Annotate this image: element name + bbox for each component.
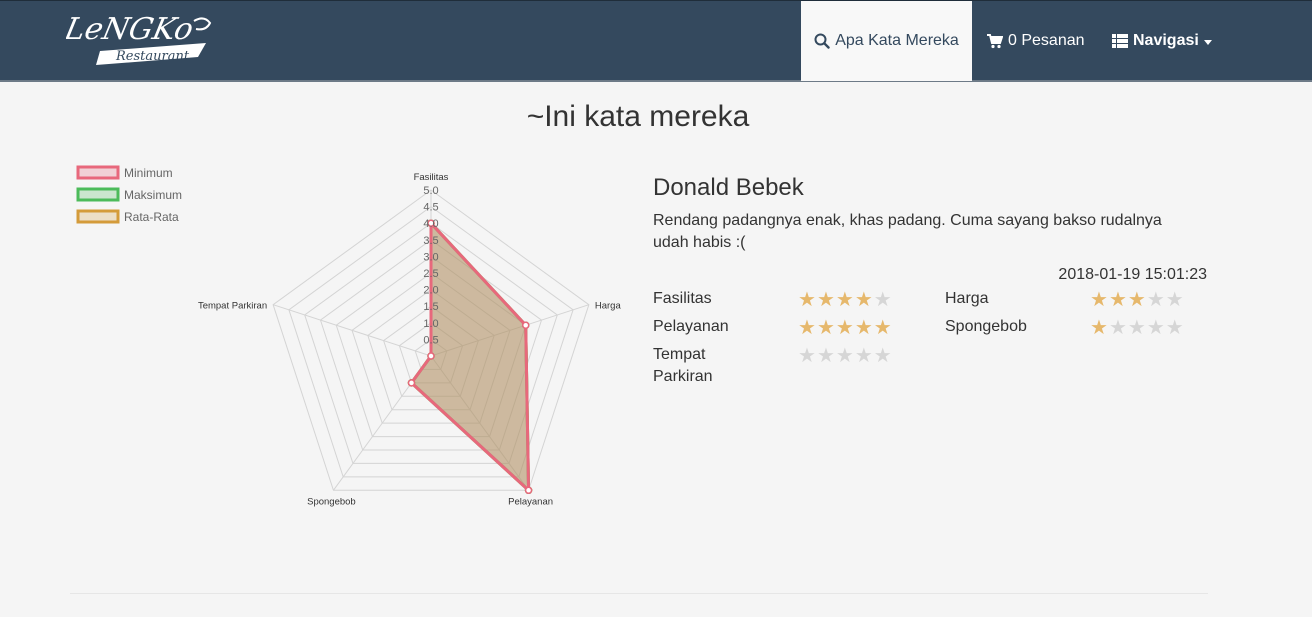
radar-chart-svg: 0.5 1.0 1.5 2.0 2.5 3.0 3.5 4.0 4.5 5.0 Fasilitas H… — [76, 165, 622, 507]
legend-swatch — [76, 209, 120, 224]
star-filled-icon: ★ — [873, 317, 892, 339]
star-filled-icon: ★ — [1090, 317, 1108, 339]
star-empty-icon: ★ — [873, 289, 892, 311]
radar-category-label: Pelayanan — [508, 496, 553, 507]
review-card: Donald Bebek Rendang padangnya enak, kha… — [653, 174, 1213, 385]
legend-swatch — [76, 187, 120, 202]
radar-category-label: Tempat Parkiran — [198, 301, 267, 312]
radar-tick-label: 2.5 — [423, 268, 438, 280]
star-empty-icon: ★ — [1146, 289, 1165, 311]
radar-chart: 0.5 1.0 1.5 2.0 2.5 3.0 3.5 4.0 4.5 5.0 Fasilitas H… — [70, 150, 630, 540]
review-date: 2018-01-19 15:01:23 — [1058, 266, 1207, 283]
star-empty-icon: ★ — [854, 345, 873, 367]
star-filled-icon: ★ — [1108, 289, 1127, 311]
radar-tick-label: 4.0 — [423, 218, 438, 230]
brand-logo[interactable]: LeNGKo Restaurant — [61, 7, 222, 71]
radar-point — [427, 352, 435, 360]
radar-category-label: Harga — [595, 301, 622, 312]
star-filled-icon: ★ — [1090, 289, 1108, 311]
nav-apa-kata-mereka[interactable]: Apa Kata Mereka — [801, 1, 972, 81]
star-empty-icon: ★ — [1108, 317, 1127, 339]
radar-tick-label: 1.5 — [423, 301, 438, 313]
radar-point — [524, 486, 533, 495]
nav-navigasi-dropdown[interactable]: Navigasi — [1112, 1, 1212, 81]
star-empty-icon: ★ — [816, 345, 835, 367]
nav-pesanan[interactable]: 0 Pesanan — [987, 1, 1085, 81]
navbar: LeNGKo Restaurant Apa Kata Mereka 0 Pesa… — [0, 0, 1312, 82]
radar-tick-label: 4.5 — [423, 202, 438, 214]
rating-label: Spongebob — [945, 318, 1027, 335]
star-empty-icon: ★ — [835, 345, 854, 367]
star-rating: ★ ★ ★ ★ ★ — [1090, 290, 1184, 310]
star-empty-icon: ★ — [873, 345, 892, 367]
star-empty-icon: ★ — [798, 345, 816, 367]
radar-tick-label: 1.0 — [423, 318, 438, 330]
legend-swatch — [76, 165, 120, 180]
star-filled-icon: ★ — [854, 317, 873, 339]
radar-point — [407, 379, 416, 387]
search-icon — [814, 33, 830, 49]
star-filled-icon: ★ — [798, 289, 816, 311]
radar-spoke — [272, 304, 432, 357]
radar-tick-label: 2.0 — [423, 285, 438, 297]
rating-label: Fasilitas — [653, 290, 712, 307]
star-empty-icon: ★ — [1127, 317, 1146, 339]
radar-point — [521, 321, 530, 329]
radar-tick-label: 0.5 — [423, 334, 438, 346]
review-comment: Rendang padangnya enak, khas padang. Cum… — [653, 212, 1162, 251]
legend-label: Rata-Rata — [124, 210, 179, 224]
reviewer-name: Donald Bebek — [653, 174, 804, 201]
radar-category-label: Spongebob — [307, 496, 356, 507]
radar-tick-label: 3.5 — [423, 235, 438, 247]
radar-category-label: Fasilitas — [414, 172, 449, 183]
rating-label: Tempat Parkiran — [653, 346, 713, 385]
nav-search-label: Apa Kata Mereka — [835, 32, 959, 49]
cart-icon — [987, 33, 1003, 49]
legend-label: Minimum — [124, 166, 173, 180]
star-filled-icon: ★ — [835, 289, 854, 311]
star-filled-icon: ★ — [835, 317, 854, 339]
rating-label: Harga — [945, 290, 989, 307]
star-empty-icon: ★ — [1146, 317, 1165, 339]
svg-text:Restaurant: Restaurant — [115, 49, 190, 64]
lengko-logo-icon: LeNGKo Restaurant — [61, 12, 212, 65]
divider — [70, 593, 1208, 594]
legend-label: Maksimum — [124, 188, 182, 202]
star-rating: ★ ★ ★ ★ ★ — [798, 290, 892, 310]
caret-down-icon — [1203, 39, 1212, 45]
star-filled-icon: ★ — [816, 317, 835, 339]
star-rating: ★ ★ ★ ★ ★ — [1090, 318, 1184, 338]
page-title: ~Ini kata mereka — [526, 100, 750, 133]
star-filled-icon: ★ — [1127, 289, 1146, 311]
nav-cart-label: 0 Pesanan — [1008, 32, 1085, 49]
star-filled-icon: ★ — [816, 289, 835, 311]
rating-tempat-parkiran: Tempat Parkiran ★ ★ ★ ★ ★ — [653, 344, 953, 394]
star-rating: ★ ★ ★ ★ ★ — [798, 346, 892, 366]
star-empty-icon: ★ — [1165, 289, 1184, 311]
svg-text:LeNGKo: LeNGKo — [66, 12, 196, 47]
radar-tick-label: 3.0 — [423, 251, 438, 263]
rating-label: Pelayanan — [653, 318, 729, 335]
list-icon — [1112, 34, 1128, 48]
star-filled-icon: ★ — [798, 317, 816, 339]
star-rating: ★ ★ ★ ★ ★ — [798, 318, 892, 338]
nav-menu-label: Navigasi — [1133, 32, 1199, 49]
radar-tick-label: 5.0 — [423, 185, 438, 197]
rating-spongebob: Spongebob ★ ★ ★ ★ ★ — [945, 316, 1245, 356]
star-empty-icon: ★ — [1165, 317, 1184, 339]
star-filled-icon: ★ — [854, 289, 873, 311]
